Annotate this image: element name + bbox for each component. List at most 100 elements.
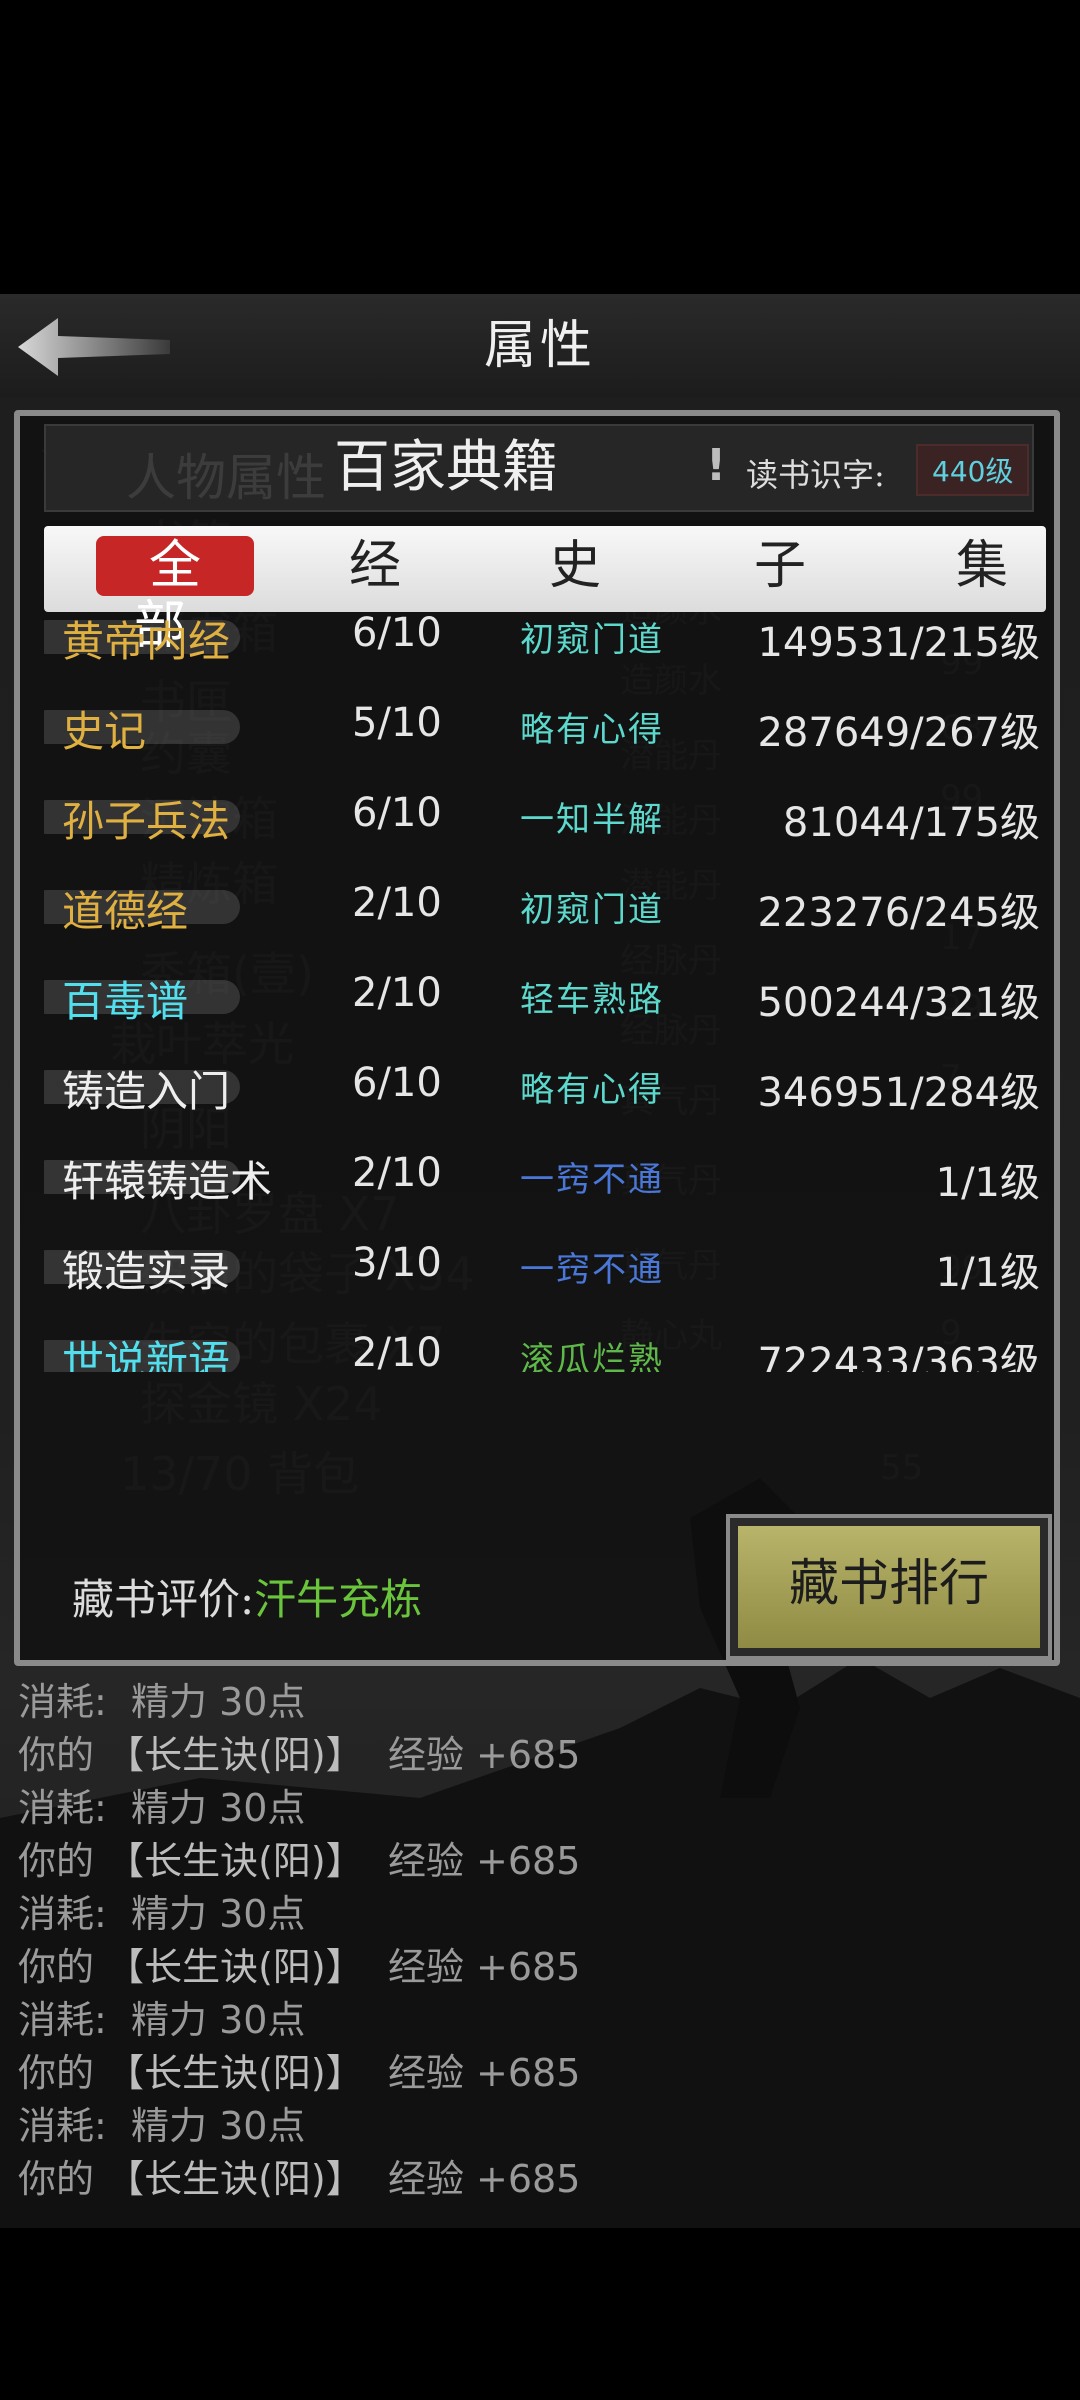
book-row[interactable]: 道德经 2/10 初窥门道 223276/245级 [44,870,1046,950]
book-progress: 2/10 [352,1330,442,1372]
log-line: 消耗: 精力 30点 [18,2100,1068,2153]
book-name: 黄帝内经 [62,617,231,666]
log-prefix: 消耗: [18,1680,107,1724]
book-progress: 6/10 [352,1060,442,1106]
rating-value: 汗牛充栋 [254,1575,423,1624]
log-line: 消耗: 精力 30点 [18,1676,1068,1729]
books-panel: 人物属性 百家典籍 ! 读书识字: 440级 全部 经 史 子 集 黄帝内经 6… [14,410,1060,1666]
log-skill: 【长生诀(阳)】 [106,2157,364,2201]
book-progress: 2/10 [352,1150,442,1196]
book-exp: 500244/321级 [757,980,1040,1026]
book-name: 史记 [62,707,147,756]
book-progress: 6/10 [352,790,442,836]
book-progress: 6/10 [352,612,442,656]
log-text: 经验 +685 [387,2051,581,2095]
book-name: 锻造实录 [62,1247,231,1296]
book-exp: 223276/245级 [757,890,1040,936]
book-exp: 149531/215级 [757,620,1040,666]
log-line: 你的 【长生诀(阳)】 经验 +685 [18,1729,1068,1782]
book-row[interactable]: 铸造入门 6/10 略有心得 346951/284级 [44,1050,1046,1130]
log-skill: 【长生诀(阳)】 [106,2051,364,2095]
log-prefix: 消耗: [18,1786,107,1830]
log-text: 经验 +685 [387,1733,581,1777]
message-log[interactable]: 消耗: 精力 30点 你的 【长生诀(阳)】 经验 +685 消耗: 精力 30… [18,1676,1068,2206]
log-prefix: 你的 [18,1839,95,1883]
log-skill: 【长生诀(阳)】 [106,1839,364,1883]
log-prefix: 你的 [18,1733,95,1777]
book-progress: 2/10 [352,970,442,1016]
panel-header: 人物属性 百家典籍 ! 读书识字: 440级 [44,424,1034,512]
log-text: 经验 +685 [387,1839,581,1883]
collection-ranking-button[interactable]: 藏书排行 [726,1514,1052,1660]
log-prefix: 你的 [18,2051,95,2095]
book-exp: 722433/363级 [757,1340,1040,1372]
tab-all[interactable]: 全部 [96,536,254,656]
book-rank: 略有心得 [520,1070,664,1110]
book-exp: 287649/267级 [757,710,1040,756]
book-row[interactable]: 孙子兵法 6/10 一知半解 81044/175级 [44,780,1046,860]
book-name: 铸造入门 [62,1067,231,1116]
top-bar: 属性 [0,294,1080,400]
log-prefix: 消耗: [18,2104,107,2148]
book-exp: 81044/175级 [782,800,1040,846]
log-line: 消耗: 精力 30点 [18,1994,1068,2047]
info-icon[interactable]: ! [706,440,726,491]
book-row[interactable]: 锻造实录 3/10 一窍不通 1/1级 [44,1230,1046,1310]
book-row[interactable]: 史记 5/10 略有心得 287649/267级 [44,690,1046,770]
book-rank: 轻车熟路 [520,980,664,1020]
book-rank: 滚瓜烂熟 [520,1340,664,1372]
tab-jing[interactable]: 经 [349,536,401,596]
tab-ji[interactable]: 集 [956,536,1008,596]
book-rank: 一窍不通 [520,1250,664,1290]
tab-shi[interactable]: 史 [549,536,601,596]
book-row[interactable]: 黄帝内经 6/10 初窥门道 149531/215级 [44,612,1046,680]
log-line: 消耗: 精力 30点 [18,1888,1068,1941]
log-skill: 【长生诀(阳)】 [106,1733,364,1777]
book-name: 世说新语 [62,1337,231,1372]
book-rank: 初窥门道 [520,620,664,660]
tab-zi[interactable]: 子 [754,536,806,596]
log-line: 你的 【长生诀(阳)】 经验 +685 [18,1835,1068,1888]
book-rank: 一窍不通 [520,1160,664,1200]
collection-rating: 藏书评价:汗牛充栋 [72,1566,422,1627]
book-rank: 一知半解 [520,800,664,840]
book-rank: 略有心得 [520,710,664,750]
book-name: 轩辕铸造术 [62,1157,273,1206]
book-name: 孙子兵法 [62,797,231,846]
page-title: 属性 [483,316,596,376]
book-row[interactable]: 百毒谱 2/10 轻车熟路 500244/321级 [44,960,1046,1040]
book-progress: 3/10 [352,1240,442,1286]
log-line: 消耗: 精力 30点 [18,1782,1068,1835]
reading-skill-level: 440级 [916,444,1030,496]
book-progress: 2/10 [352,880,442,926]
log-text: 精力 30点 [130,2104,306,2148]
rating-label: 藏书评价: [72,1575,255,1624]
log-text: 精力 30点 [130,1892,306,1936]
category-tabs: 全部 经 史 子 集 [44,526,1046,656]
book-name: 百毒谱 [62,977,189,1026]
book-row[interactable]: 轩辕铸造术 2/10 一窍不通 1/1级 [44,1140,1046,1220]
book-row[interactable]: 世说新语 2/10 滚瓜烂熟 722433/363级 [44,1320,1046,1372]
log-prefix: 你的 [18,2157,95,2201]
log-text: 经验 +685 [387,1945,581,1989]
ranking-button-label: 藏书排行 [738,1526,1040,1648]
book-exp: 346951/284级 [757,1070,1040,1116]
reading-skill-label: 读书识字: [746,456,885,494]
book-exp: 1/1级 [935,1250,1040,1296]
log-prefix: 消耗: [18,1892,107,1936]
book-rank: 初窥门道 [520,890,664,930]
book-progress: 5/10 [352,700,442,746]
log-text: 经验 +685 [387,2157,581,2201]
log-text: 精力 30点 [130,1998,306,2042]
book-name: 道德经 [62,887,189,936]
log-line: 你的 【长生诀(阳)】 经验 +685 [18,2153,1068,2206]
log-text: 精力 30点 [130,1680,306,1724]
log-prefix: 你的 [18,1945,95,1989]
book-exp: 1/1级 [935,1160,1040,1206]
log-line: 你的 【长生诀(阳)】 经验 +685 [18,1941,1068,1994]
log-prefix: 消耗: [18,1998,107,2042]
log-text: 精力 30点 [130,1786,306,1830]
book-list[interactable]: 黄帝内经 6/10 初窥门道 149531/215级 史记 5/10 略有心得 … [44,612,1046,1372]
log-line: 你的 【长生诀(阳)】 经验 +685 [18,2047,1068,2100]
log-skill: 【长生诀(阳)】 [106,1945,364,1989]
